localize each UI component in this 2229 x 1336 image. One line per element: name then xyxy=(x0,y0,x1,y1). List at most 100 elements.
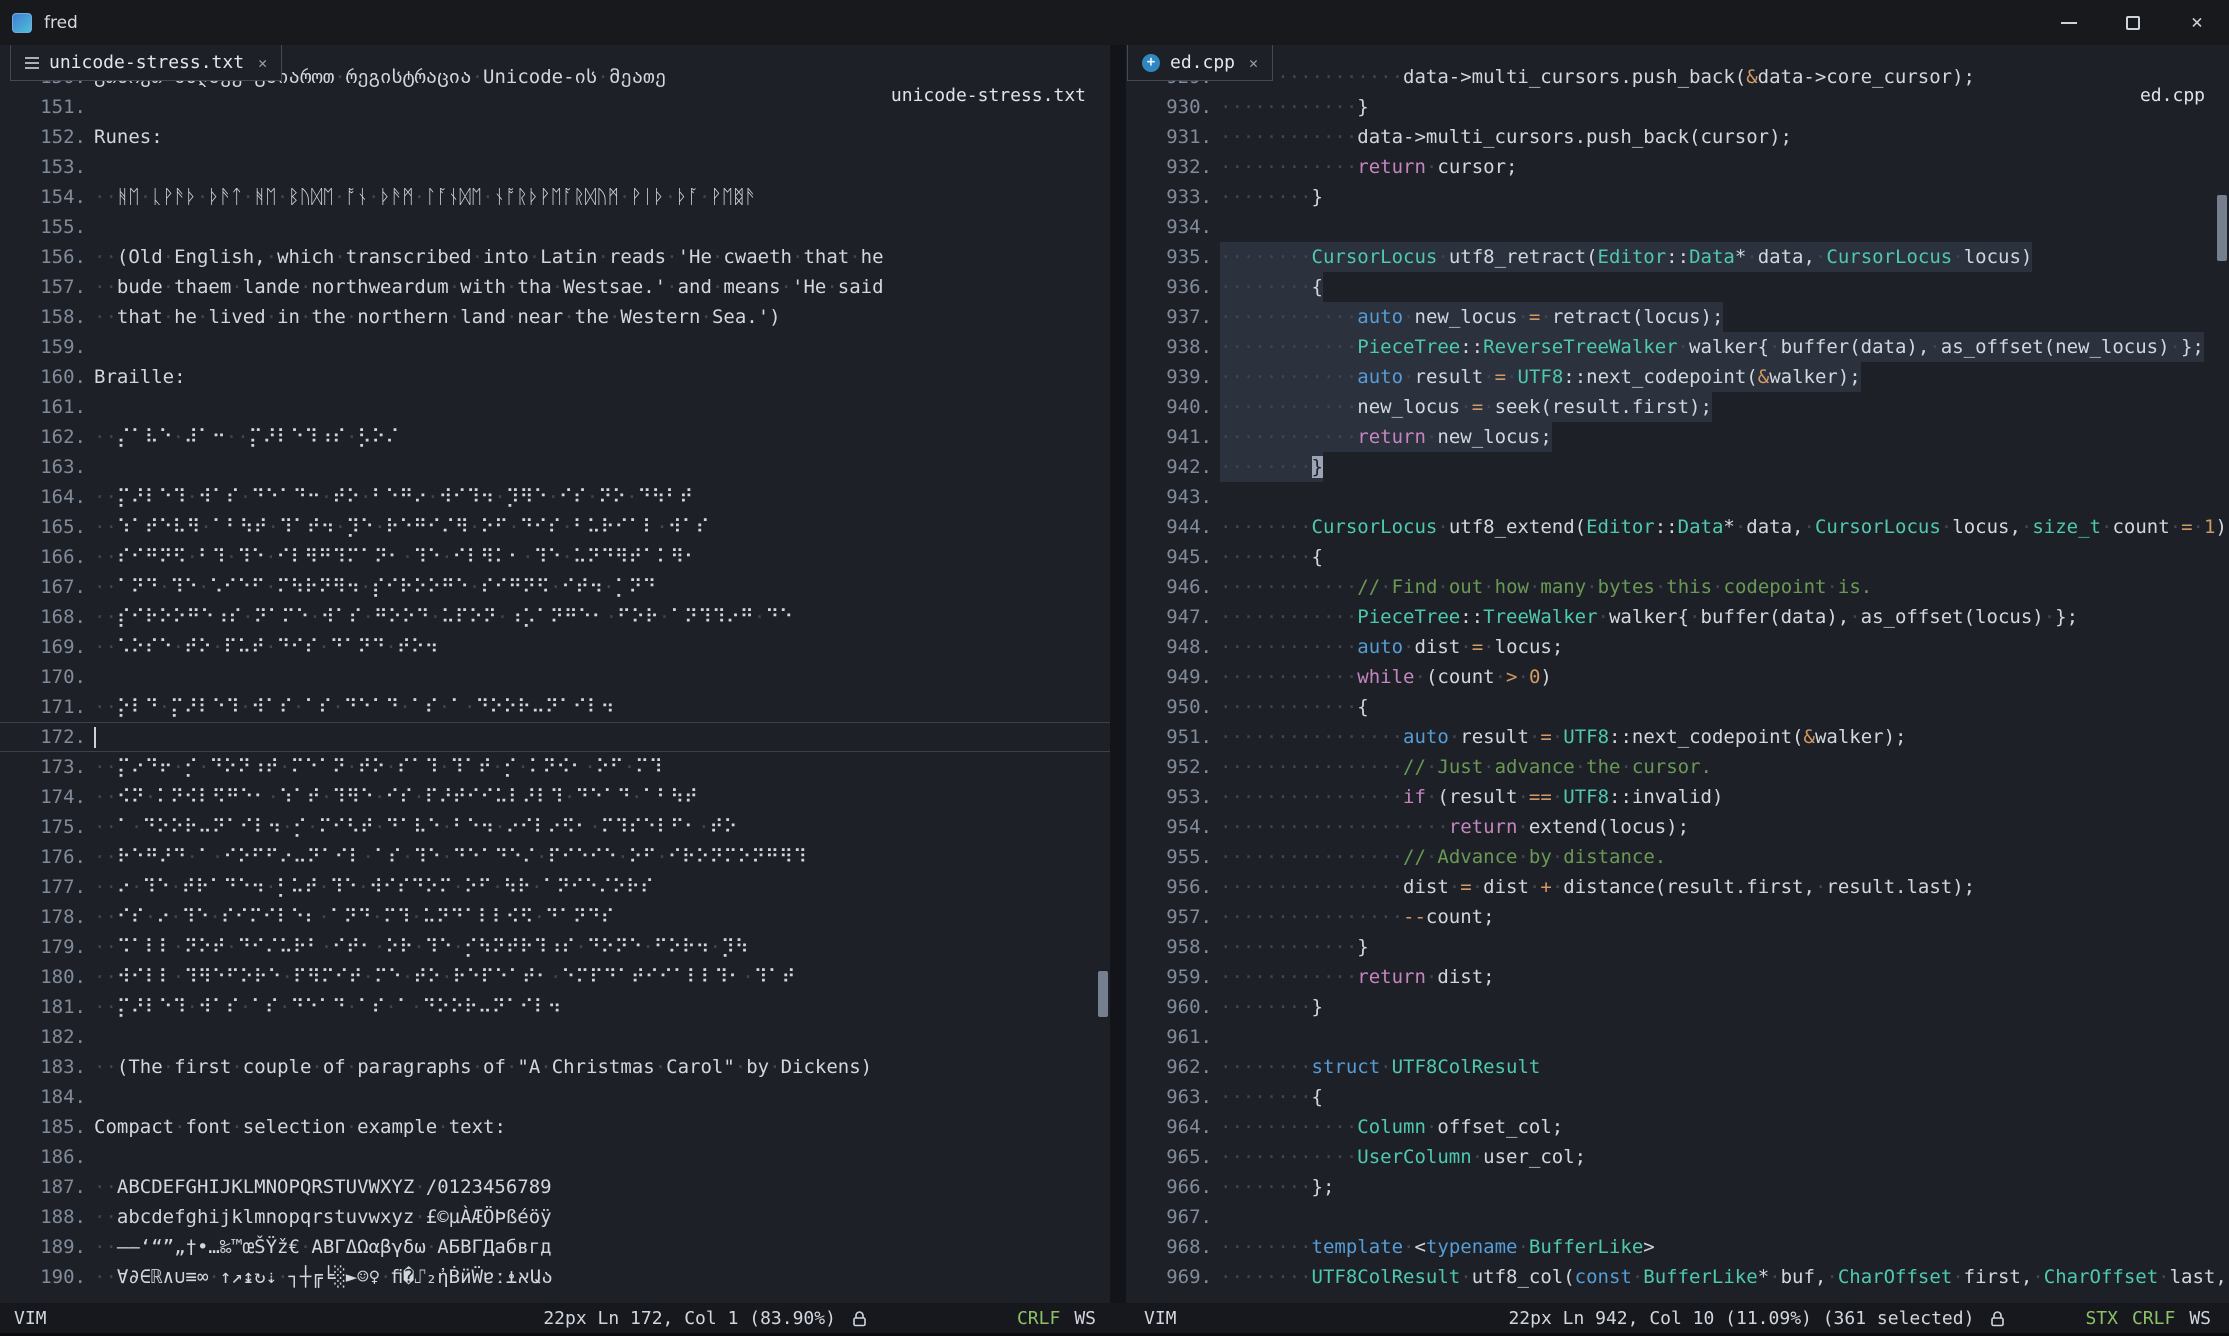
code-line[interactable]: 933.········} xyxy=(1126,182,2229,212)
code-line[interactable]: 946.············//·Find·out·how·many·byt… xyxy=(1126,572,2229,602)
code-line[interactable]: 954.····················return·extend(lo… xyxy=(1126,812,2229,842)
code-line[interactable]: 962.········struct·UTF8ColResult xyxy=(1126,1052,2229,1082)
code-line[interactable]: 180.··⠺⠊⠇⠇·⠹⠻⠑⠋⠕⠗⠑·⠏⠻⠍⠊⠞·⠍⠑·⠞⠕·⠗⠑⠏⠑⠁⠞⠂·⠑… xyxy=(0,962,1110,992)
code-line[interactable]: 939.············auto·result·=·UTF8::next… xyxy=(1126,362,2229,392)
code-line[interactable]: 159. xyxy=(0,332,1110,362)
code-line[interactable]: 945.········{ xyxy=(1126,542,2229,572)
code-line[interactable]: 165.··⠱⠁⠞⠑⠧⠻·⠁⠃⠳⠞·⠹⠁⠞⠲·⡹⠑·⠗⠑⠛⠊⠌⠻·⠕⠋·⠙⠊⠎·… xyxy=(0,512,1110,542)
code-line[interactable]: 930.············} xyxy=(1126,92,2229,122)
code-line[interactable]: 958.············} xyxy=(1126,932,2229,962)
code-line[interactable]: 177.··⠔·⠹⠑·⠞⠗⠁⠙⠑⠲·⡃⠥⠞·⠹⠑·⠺⠊⠎⠙⠕⠍·⠕⠋·⠳⠗·⠁⠝… xyxy=(0,872,1110,902)
status-flag-crlf[interactable]: CRLF xyxy=(1017,1308,1060,1329)
code-line[interactable]: 162.··⡌⠁⠧⠑·⠼⠁⠒··⡍⠜⠇⠑⠹⠰⠎·⡣⠕⠌ xyxy=(0,422,1110,452)
code-line[interactable]: 184. xyxy=(0,1082,1110,1112)
code-line[interactable]: 186. xyxy=(0,1142,1110,1172)
tab-close-icon[interactable]: ✕ xyxy=(1249,54,1258,72)
vim-mode-indicator[interactable]: VIM xyxy=(14,1308,47,1329)
lock-icon[interactable] xyxy=(1990,1310,2005,1327)
maximize-button[interactable] xyxy=(2101,0,2165,45)
code-line[interactable]: 963.········{ xyxy=(1126,1082,2229,1112)
code-line[interactable]: 941.············return·new_locus; xyxy=(1126,422,2229,452)
code-line[interactable]: 943. xyxy=(1126,482,2229,512)
code-line[interactable]: 948.············auto·dist·=·locus; xyxy=(1126,632,2229,662)
code-line[interactable]: 968.········template·<typename·BufferLik… xyxy=(1126,1232,2229,1262)
code-line[interactable]: 938.············PieceTree::ReverseTreeWa… xyxy=(1126,332,2229,362)
code-line[interactable]: 935.········CursorLocus·utf8_retract(Edi… xyxy=(1126,242,2229,272)
code-line[interactable]: 169.··⠡⠕⠎⠑·⠞⠕·⠏⠥⠞·⠙⠊⠎·⠙⠁⠝⠙·⠞⠕⠲ xyxy=(0,632,1110,662)
code-line[interactable]: 949.············while·(count·>·0) xyxy=(1126,662,2229,692)
lock-icon[interactable] xyxy=(852,1310,867,1327)
code-line[interactable]: 182. xyxy=(0,1022,1110,1052)
code-line[interactable]: 166.··⠎⠊⠛⠝⠫·⠃⠹·⠹⠑·⠊⠇⠻⠛⠹⠍⠁⠝⠂·⠹⠑·⠊⠇⠻⠅⠂·⠹⠑·… xyxy=(0,542,1110,572)
code-line[interactable]: 957.················--count; xyxy=(1126,902,2229,932)
code-line[interactable]: 190.··∀∂∈ℝ∧∪≡∞·↑↗↨↻⇣·┐┼╔╘░►☺♀·ﬁ�⑀₂ἠḂӥẄɐː… xyxy=(0,1262,1110,1292)
code-line[interactable]: 936.········{ xyxy=(1126,272,2229,302)
code-line[interactable]: 158.··that·he·lived·in·the·northern·land… xyxy=(0,302,1110,332)
code-line[interactable]: 965.············UserColumn·user_col; xyxy=(1126,1142,2229,1172)
code-line[interactable]: 168.··⡎⠊⠗⠕⠕⠛⠑⠰⠎·⠝⠁⠍⠑·⠺⠁⠎·⠛⠕⠕⠙·⠥⠏⠕⠝·⠰⡡⠁⠝⠛… xyxy=(0,602,1110,632)
code-line[interactable]: 171.··⡕⠇⠙·⡍⠜⠇⠑⠹·⠺⠁⠎·⠁⠎·⠙⠑⠁⠙·⠁⠎·⠁·⠙⠕⠕⠗⠤⠝⠁… xyxy=(0,692,1110,722)
code-line[interactable]: 160.Braille: xyxy=(0,362,1110,392)
code-line[interactable]: 178.··⠊⠎·⠔·⠹⠑·⠎⠊⠍⠊⠇⠑⠆·⠁⠝⠙·⠍⠹·⠥⠝⠙⠁⠇⠇⠪⠫·⠙⠁… xyxy=(0,902,1110,932)
code-line[interactable]: 164.··⡍⠜⠇⠑⠹·⠺⠁⠎·⠙⠑⠁⠙⠒·⠞⠕·⠃⠑⠛⠔·⠺⠊⠹⠲·⡹⠻⠑·⠊… xyxy=(0,482,1110,512)
left-scrollbar-thumb[interactable] xyxy=(1098,971,1108,1017)
code-line[interactable]: 176.··⠗⠑⠛⠜⠙·⠁·⠊⠕⠋⠋⠔⠤⠝⠁⠊⠇·⠁⠎·⠹⠑·⠙⠑⠁⠙⠑⠌·⠏⠊… xyxy=(0,842,1110,872)
tab-unicode-stress-txt[interactable]: unicode-stress.txt ✕ xyxy=(10,44,282,81)
status-flag-ws[interactable]: WS xyxy=(1074,1308,1096,1329)
tab-ed-cpp[interactable]: + ed.cpp ✕ xyxy=(1127,44,1273,81)
close-button[interactable]: ✕ xyxy=(2165,0,2229,45)
right-scrollbar-thumb[interactable] xyxy=(2217,195,2227,261)
code-line[interactable]: 167.··⠁⠝⠙·⠹⠑·⠡⠊⠑⠋·⠍⠳⠗⠝⠻⠲·⡎⠊⠗⠕⠕⠛⠑·⠎⠊⠛⠝⠫·⠊… xyxy=(0,572,1110,602)
code-line[interactable]: 947.············PieceTree::TreeWalker·wa… xyxy=(1126,602,2229,632)
cursor-position-info[interactable]: 22px Ln 172, Col 1 (83.90%) xyxy=(543,1308,836,1329)
tab-close-icon[interactable]: ✕ xyxy=(258,54,267,72)
code-line[interactable]: 937.············auto·new_locus·=·retract… xyxy=(1126,302,2229,332)
status-flag-stx[interactable]: STX xyxy=(2085,1308,2118,1329)
status-flag-crlf[interactable]: CRLF xyxy=(2132,1308,2175,1329)
minimize-button[interactable] xyxy=(2037,0,2101,45)
pane-divider[interactable] xyxy=(1110,45,1126,1303)
code-line[interactable]: 950.············{ xyxy=(1126,692,2229,722)
cursor-position-info[interactable]: 22px Ln 942, Col 10 (11.09%) (361 select… xyxy=(1508,1308,1974,1329)
code-line[interactable]: 961. xyxy=(1126,1022,2229,1052)
code-line[interactable]: 931.············data->multi_cursors.push… xyxy=(1126,122,2229,152)
code-line[interactable]: 185.Compact·font·selection·example·text: xyxy=(0,1112,1110,1142)
code-line[interactable]: 170. xyxy=(0,662,1110,692)
status-flag-ws[interactable]: WS xyxy=(2189,1308,2211,1329)
code-line[interactable]: 179.··⠩⠁⠇⠇·⠝⠕⠞·⠙⠊⠌⠥⠗⠃·⠊⠞⠂·⠕⠗·⠹⠑·⡊⠳⠝⠞⠗⠹⠰⠎… xyxy=(0,932,1110,962)
code-line[interactable]: 152.Runes: xyxy=(0,122,1110,152)
code-line[interactable]: 953.················if·(result·==·UTF8::… xyxy=(1126,782,2229,812)
code-line[interactable]: 934. xyxy=(1126,212,2229,242)
code-line[interactable]: 187.··ABCDEFGHIJKLMNOPQRSTUVWXYZ·/012345… xyxy=(0,1172,1110,1202)
code-line[interactable]: 967. xyxy=(1126,1202,2229,1232)
code-line[interactable]: 940.············new_locus·=·seek(result.… xyxy=(1126,392,2229,422)
code-line[interactable]: 155. xyxy=(0,212,1110,242)
code-line[interactable]: 153. xyxy=(0,152,1110,182)
code-line[interactable]: 157.··bude·thaem·lande·northweardum·with… xyxy=(0,272,1110,302)
right-scrollbar[interactable] xyxy=(2215,45,2229,1303)
code-line[interactable]: 175.··⠁·⠙⠕⠕⠗⠤⠝⠁⠊⠇⠲·⡊·⠍⠊⠣⠞·⠙⠁⠧⠑·⠃⠑⠲·⠔⠊⠇⠔⠫… xyxy=(0,812,1110,842)
code-line[interactable]: 964.············Column·offset_col; xyxy=(1126,1112,2229,1142)
code-line[interactable]: 942.········} xyxy=(1126,452,2229,482)
code-line[interactable]: 955.················//·Advance·by·distan… xyxy=(1126,842,2229,872)
code-line[interactable]: 929.················data->multi_cursors.… xyxy=(1126,62,2229,92)
code-line[interactable]: 969.········UTF8ColResult·utf8_col(const… xyxy=(1126,1262,2229,1292)
code-line[interactable]: 161. xyxy=(0,392,1110,422)
code-line[interactable]: 181.··⡍⠜⠇⠑⠹·⠺⠁⠎·⠁⠎·⠙⠑⠁⠙·⠁⠎·⠁·⠙⠕⠕⠗⠤⠝⠁⠊⠇⠲ xyxy=(0,992,1110,1022)
code-line[interactable]: 951.················auto·result·=·UTF8::… xyxy=(1126,722,2229,752)
code-line[interactable]: 154.··ᚻᛖ·ᚳᚹᚫᚦ·ᚦᚫᛏ·ᚻᛖ·ᛒᚢᛞᛖ·ᚩᚾ·ᚦᚫᛗ·ᛚᚪᚾᛞᛖ·ᚾ… xyxy=(0,182,1110,212)
code-line[interactable]: 956.················dist·=·dist·+·distan… xyxy=(1126,872,2229,902)
code-line[interactable]: 188.··abcdefghijklmnopqrstuvwxyz·£©µÀÆÖÞ… xyxy=(0,1202,1110,1232)
code-line[interactable]: 966.········}; xyxy=(1126,1172,2229,1202)
code-line[interactable]: 932.············return·cursor; xyxy=(1126,152,2229,182)
code-line[interactable]: 163. xyxy=(0,452,1110,482)
vim-mode-indicator[interactable]: VIM xyxy=(1144,1308,1177,1329)
code-line[interactable]: 173.··⡍⠔⠙⠖·⡊·⠙⠕⠝⠰⠞·⠍⠑⠁⠝·⠞⠕·⠎⠁⠹·⠹⠁⠞·⡊·⠅⠝⠪… xyxy=(0,752,1110,782)
left-scrollbar[interactable] xyxy=(1096,45,1110,1303)
code-line[interactable]: 960.········} xyxy=(1126,992,2229,1022)
code-line[interactable]: 959.············return·dist; xyxy=(1126,962,2229,992)
code-line[interactable]: 183.··(The·first·couple·of·paragraphs·of… xyxy=(0,1052,1110,1082)
code-line[interactable]: 952.················//·Just·advance·the·… xyxy=(1126,752,2229,782)
code-line[interactable]: 944.········CursorLocus·utf8_extend(Edit… xyxy=(1126,512,2229,542)
code-line[interactable]: 174.··⠪⠝·⠅⠝⠪⠇⠫⠛⠑⠂·⠱⠁⠞·⠹⠻⠑·⠊⠎·⠏⠜⠞⠊⠊⠥⠇⠜⠇⠹·… xyxy=(0,782,1110,812)
